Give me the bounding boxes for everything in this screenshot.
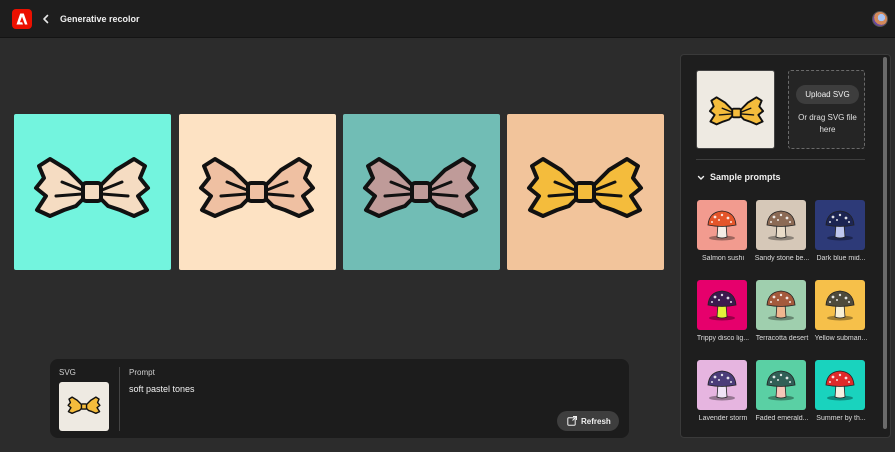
sample-prompt-label: Sandy stone be...	[754, 255, 810, 262]
user-avatar[interactable]	[872, 11, 888, 27]
mushroom-icon	[707, 210, 737, 241]
mushroom-icon	[766, 290, 796, 321]
sample-prompt-label: Summer by th...	[816, 415, 866, 422]
svg-drop-zone[interactable]: Upload SVG Or drag SVG file here	[788, 70, 865, 149]
prompt-input[interactable]: soft pastel tones	[129, 384, 195, 394]
mushroom-thumbnail	[815, 360, 865, 410]
chevron-down-icon[interactable]	[697, 174, 705, 182]
divider	[119, 367, 120, 431]
mushroom-icon	[766, 210, 796, 241]
mushroom-thumbnail	[697, 200, 747, 250]
bow-icon	[67, 396, 101, 415]
mushroom-icon	[707, 290, 737, 321]
side-panel: Upload SVG Or drag SVG file here Sample …	[680, 54, 891, 438]
mushroom-icon	[825, 290, 855, 321]
mushroom-thumbnail	[815, 200, 865, 250]
top-bar: Generative recolor	[0, 0, 895, 38]
mushroom-thumbnail	[815, 280, 865, 330]
variation-tile-1[interactable]	[14, 114, 171, 270]
variation-tile-3[interactable]	[343, 114, 500, 270]
prompt-panel: SVG Prompt soft pastel tones Refresh	[50, 359, 629, 438]
adobe-logo-icon[interactable]	[12, 9, 32, 29]
drag-hint: Or drag SVG file here	[798, 113, 857, 134]
page-title: Generative recolor	[60, 14, 140, 24]
refresh-label: Refresh	[581, 417, 611, 426]
variation-tile-2[interactable]	[179, 114, 336, 270]
refresh-button[interactable]: Refresh	[557, 411, 619, 431]
sample-prompts-heading[interactable]: Sample prompts	[710, 172, 781, 182]
mushroom-icon	[707, 370, 737, 401]
mushroom-thumbnail	[697, 280, 747, 330]
mushroom-thumbnail	[697, 360, 747, 410]
svg-label: SVG	[59, 368, 76, 377]
upload-svg-button[interactable]: Upload SVG	[796, 85, 859, 104]
bow-icon	[34, 157, 150, 218]
mushroom-icon	[825, 370, 855, 401]
current-svg-preview[interactable]	[696, 70, 775, 149]
mushroom-icon	[766, 370, 796, 401]
prompt-label: Prompt	[129, 368, 155, 377]
back-chevron-icon[interactable]	[40, 12, 52, 26]
mushroom-thumbnail	[756, 280, 806, 330]
scrollbar[interactable]	[881, 57, 888, 435]
mushroom-thumbnail	[756, 360, 806, 410]
mushroom-icon	[825, 210, 855, 241]
bow-icon	[708, 96, 765, 126]
sample-prompt-label: Salmon sushi	[701, 255, 745, 262]
divider	[696, 159, 865, 160]
scrollbar-thumb[interactable]	[883, 57, 887, 429]
sample-prompt-label: Yellow submari...	[814, 335, 868, 342]
variation-tile-4[interactable]	[507, 114, 664, 270]
svg-thumbnail[interactable]	[59, 382, 109, 431]
sample-prompt-label: Faded emerald...	[755, 415, 809, 422]
sample-prompt-label: Lavender storm	[698, 415, 748, 422]
bow-icon	[363, 157, 479, 218]
mushroom-thumbnail	[756, 200, 806, 250]
sample-prompt-label: Trippy disco lig...	[696, 335, 750, 342]
sample-prompt-label: Dark blue mid...	[816, 255, 866, 262]
sample-prompt-label: Terracotta desert	[755, 335, 809, 342]
bow-icon	[527, 157, 643, 218]
refresh-icon	[567, 416, 577, 426]
bow-icon	[199, 157, 315, 218]
